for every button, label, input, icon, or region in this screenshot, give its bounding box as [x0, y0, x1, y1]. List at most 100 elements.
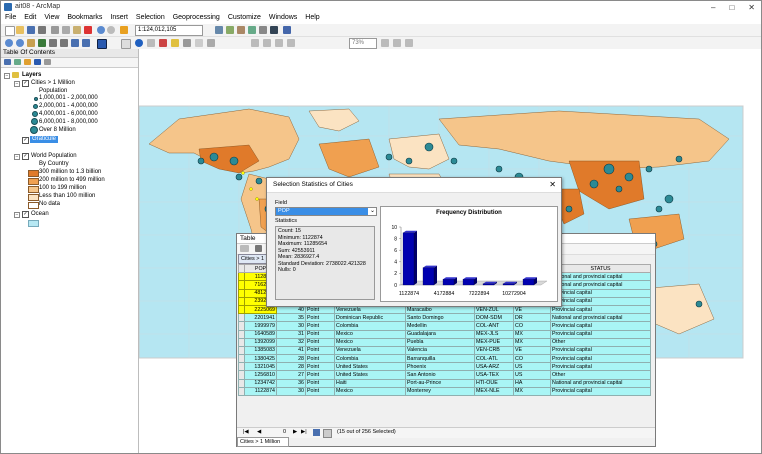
table-row[interactable]: 1392099 32 Point Mexico Puebla MEX-PUE MX Other: [238, 337, 651, 347]
cell-cc[interactable]: US: [513, 362, 551, 372]
zoom-in-icon[interactable]: [5, 39, 13, 47]
cell-shape[interactable]: Point: [305, 321, 335, 331]
select-features-icon[interactable]: [97, 39, 107, 49]
layout-zoom-input[interactable]: 73%: [349, 38, 377, 49]
cell-id[interactable]: 31: [276, 329, 306, 339]
find-icon[interactable]: [147, 39, 155, 47]
cell-country[interactable]: Dominican Republic: [334, 313, 406, 323]
model-builder-icon[interactable]: [283, 26, 291, 34]
cell-cc[interactable]: DR: [513, 313, 551, 323]
cell-pop[interactable]: 1392099: [244, 337, 277, 347]
time-slider-icon[interactable]: [195, 39, 203, 47]
close-button[interactable]: ✕: [748, 3, 755, 12]
cell-status[interactable]: National and provincial capital: [550, 280, 651, 290]
cell-pop[interactable]: 1385083: [244, 345, 277, 356]
table-row[interactable]: 1122874 30 Point Mexico Monterrey MEX-NLE MX Pr…: [238, 386, 651, 397]
cell-id[interactable]: 35: [276, 313, 306, 323]
cell-status[interactable]: Other: [550, 337, 651, 347]
cell-code[interactable]: COL-ATL: [474, 354, 514, 364]
layout-zoom-out-icon[interactable]: [263, 39, 271, 47]
minimize-button[interactable]: –: [711, 3, 715, 12]
column-header-status[interactable]: STATUS: [550, 263, 651, 274]
toc-options-icon[interactable]: [44, 59, 51, 65]
menu-windows[interactable]: Windows: [265, 13, 301, 24]
cell-country[interactable]: Haiti: [334, 378, 406, 388]
cell-shape[interactable]: Point: [305, 345, 335, 356]
layers-collapse-icon[interactable]: −: [4, 73, 10, 79]
paste-icon[interactable]: [73, 26, 81, 34]
last-record-icon[interactable]: ▶|: [301, 429, 307, 435]
show-all-records-icon[interactable]: [313, 429, 320, 436]
copy-icon[interactable]: [62, 26, 70, 34]
ocean-layer-label[interactable]: Ocean: [31, 211, 49, 218]
undo-icon[interactable]: [97, 26, 105, 34]
layout-zoom-in-icon[interactable]: [251, 39, 259, 47]
cell-status[interactable]: Provincial capital: [550, 345, 651, 356]
table-bottom-tab[interactable]: Cities > 1 Million: [237, 437, 289, 447]
toggle-draft-mode-icon[interactable]: [381, 39, 389, 47]
list-by-source-icon[interactable]: [14, 59, 21, 65]
list-by-drawing-order-icon[interactable]: [4, 59, 11, 65]
arctoolbox-icon[interactable]: [259, 26, 267, 34]
related-tables-icon[interactable]: [255, 245, 262, 252]
cell-status[interactable]: Provincial capital: [550, 288, 651, 298]
zoom-out-icon[interactable]: [16, 39, 24, 47]
cell-status[interactable]: National and provincial capital: [550, 313, 651, 323]
cell-code[interactable]: USA-ARZ: [474, 362, 514, 372]
delete-icon[interactable]: [84, 26, 92, 34]
cell-pop[interactable]: 2201941: [244, 313, 277, 323]
cell-shape[interactable]: Point: [305, 329, 335, 339]
cell-cc[interactable]: VE: [513, 345, 551, 356]
cell-id[interactable]: 28: [276, 354, 306, 364]
cell-city[interactable]: Barranquilla: [405, 354, 475, 364]
catalog-icon[interactable]: [237, 26, 245, 34]
menu-view[interactable]: View: [40, 13, 63, 24]
cities-collapse-icon[interactable]: −: [14, 81, 20, 87]
table-row[interactable]: 1321045 28 Point United States Phoenix USA-AR…: [238, 362, 651, 372]
cell-cc[interactable]: CO: [513, 321, 551, 331]
measure-icon[interactable]: [159, 39, 167, 47]
cell-country[interactable]: United States: [334, 362, 406, 372]
cell-city[interactable]: Valencia: [405, 345, 475, 356]
cell-cc[interactable]: US: [513, 370, 551, 380]
table-row[interactable]: 1999979 30 Point Colombia Medellin COL-ANT CO P…: [238, 321, 651, 331]
create-viewer-icon[interactable]: [207, 39, 215, 47]
cell-status[interactable]: Provincial capital: [550, 304, 651, 315]
cell-city[interactable]: San Antonio: [405, 370, 475, 380]
previous-record-icon[interactable]: ◀: [257, 429, 261, 435]
cell-country[interactable]: Mexico: [334, 386, 406, 397]
editor-toolbar-icon[interactable]: [215, 26, 223, 34]
cell-city[interactable]: Phoenix: [405, 362, 475, 372]
cell-status[interactable]: Provincial capital: [550, 321, 651, 331]
focus-data-frame-icon[interactable]: [393, 39, 401, 47]
dialog-close-icon[interactable]: ✕: [549, 178, 556, 192]
cell-code[interactable]: DOM-SDM: [474, 313, 514, 323]
change-layout-icon[interactable]: [405, 39, 413, 47]
show-selected-records-icon[interactable]: [323, 429, 332, 438]
map-scale-input[interactable]: 1:124,012,105: [135, 25, 203, 36]
cell-id[interactable]: 32: [276, 337, 306, 347]
cell-status[interactable]: Provincial capital: [550, 362, 651, 372]
cell-pop[interactable]: 1256810: [244, 370, 277, 380]
cell-id[interactable]: 27: [276, 370, 306, 380]
record-position[interactable]: 0: [283, 429, 286, 435]
cell-code[interactable]: MEX-PUE: [474, 337, 514, 347]
cell-code[interactable]: COL-ANT: [474, 321, 514, 331]
layout-pan-icon[interactable]: [275, 39, 283, 47]
select-elements-icon[interactable]: [121, 39, 131, 49]
world-pop-collapse-icon[interactable]: −: [14, 154, 20, 160]
cell-id[interactable]: 36: [276, 378, 306, 388]
table-row[interactable]: 1380425 28 Point Colombia Barranquilla COL-AT…: [238, 354, 651, 364]
maximize-button[interactable]: □: [729, 3, 734, 12]
cell-status[interactable]: National and provincial capital: [550, 272, 651, 282]
first-record-icon[interactable]: |◀: [243, 429, 249, 435]
cell-shape[interactable]: Point: [305, 386, 335, 397]
cell-code[interactable]: HTI-OUE: [474, 378, 514, 388]
cell-cc[interactable]: MX: [513, 337, 551, 347]
table-options-icon[interactable]: [240, 245, 249, 252]
cell-status[interactable]: Provincial capital: [550, 386, 651, 397]
cell-cc[interactable]: CO: [513, 354, 551, 364]
search-window-icon[interactable]: [248, 26, 256, 34]
cell-country[interactable]: Venezuela: [334, 345, 406, 356]
cell-status[interactable]: Provincial capital: [550, 296, 651, 306]
